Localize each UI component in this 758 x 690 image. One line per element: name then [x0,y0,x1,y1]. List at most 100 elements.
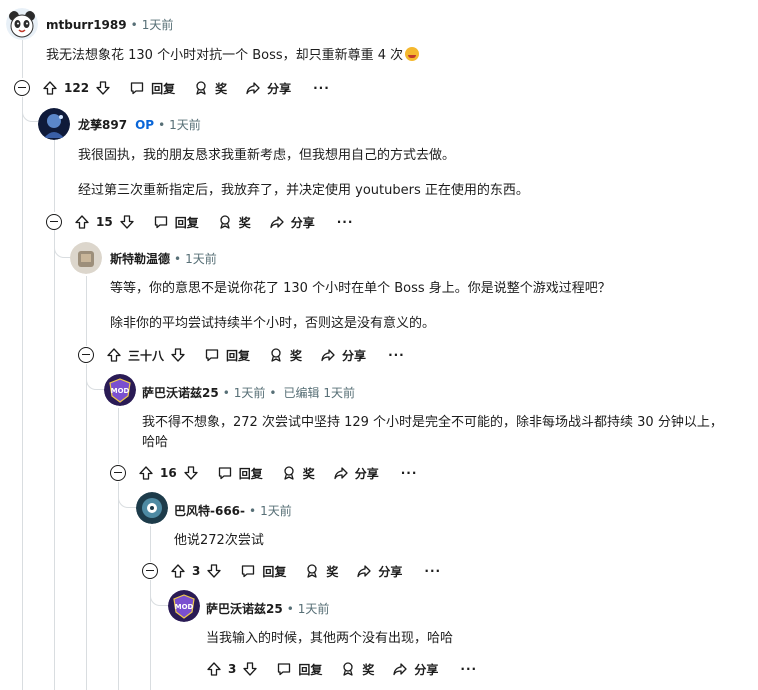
share-label: 分享 [414,662,439,677]
comment-bubble-icon [278,663,291,676]
collapse-thread-button[interactable] [14,80,30,96]
award-label: 奖 [302,466,315,481]
reply-button[interactable]: 回复 [153,214,199,231]
comment-bubble-icon [154,216,167,229]
award-icon [307,564,318,578]
timestamp[interactable]: 1天前 [298,600,330,617]
upvote-icon[interactable] [138,465,154,481]
vote-control: 122 [42,80,111,96]
comment-action-bar: 16 回复 奖 分享 ··· [110,461,417,485]
award-button[interactable]: 奖 [217,214,251,231]
share-arrow-icon [393,663,408,676]
share-arrow-icon [357,565,372,578]
reply-label: 回复 [262,564,287,579]
downvote-icon[interactable] [206,563,222,579]
downvote-icon[interactable] [242,661,258,677]
downvote-icon[interactable] [119,214,135,230]
upvote-icon[interactable] [42,80,58,96]
author-name[interactable]: 萨巴沃诺兹25 [206,600,283,617]
vote-score: 15 [96,215,113,229]
reply-label: 回复 [238,466,263,481]
award-button[interactable]: 奖 [304,563,338,580]
share-label: 分享 [267,81,292,96]
share-button[interactable]: 分享 [269,214,315,231]
award-icon [220,215,230,229]
vote-score: 3 [228,662,237,676]
upvote-icon[interactable] [206,661,222,677]
award-label: 奖 [290,348,303,363]
comment-action-bar: 15 回复 奖 分享 ··· [46,210,353,234]
comment-action-bar: 122 回复 奖 分享 ··· [14,76,330,100]
share-label: 分享 [290,215,315,230]
reply-button[interactable]: 回复 [240,563,286,580]
vote-score: 三十八 [128,348,165,363]
award-button[interactable]: 奖 [193,80,227,97]
upvote-icon[interactable] [74,214,90,230]
comment-action-bar: 3 回复 奖 分享 ··· [206,657,477,681]
share-button[interactable]: 分享 [333,465,379,482]
award-label: 奖 [362,662,375,677]
reply-label: 回复 [174,215,199,230]
more-options-button[interactable]: ··· [460,662,477,676]
award-button[interactable]: 奖 [340,661,374,678]
vote-control: 三十八 [106,347,186,364]
upvote-icon[interactable] [106,347,122,363]
reply-button[interactable]: 回复 [204,347,250,364]
collapse-thread-button[interactable] [46,214,62,230]
share-button[interactable]: 分享 [356,563,402,580]
reply-button[interactable]: 回复 [276,661,322,678]
award-button[interactable]: 奖 [281,465,315,482]
comment-body: 当我输入的时候，其他两个没有出现，哈哈 [206,629,453,649]
comment-bubble-icon [205,349,219,362]
comment-bubble-icon [130,82,144,95]
more-options-button[interactable]: ··· [424,564,441,578]
award-label: 奖 [238,215,251,230]
comment-action-bar: 三十八 回复 奖 分享 ··· [78,343,405,367]
award-label: 奖 [215,81,228,96]
reply-label: 回复 [226,348,251,363]
award-icon [271,348,281,362]
share-arrow-icon [334,467,348,480]
share-button[interactable]: 分享 [245,80,291,97]
avatar[interactable]: MOD [168,590,200,622]
more-options-button[interactable]: ··· [388,348,405,362]
award-button[interactable]: 奖 [268,347,302,364]
award-label: 奖 [326,564,339,579]
share-label: 分享 [342,348,367,363]
downvote-icon[interactable] [183,465,199,481]
award-icon [284,466,294,480]
separator-dot: • [286,601,294,616]
share-label: 分享 [378,564,403,579]
award-icon [196,81,206,95]
vote-control: 16 [138,465,199,481]
more-options-button[interactable]: ··· [401,466,418,480]
downvote-icon[interactable] [95,80,111,96]
collapse-thread-button[interactable] [110,465,126,481]
collapse-thread-button[interactable] [142,563,158,579]
share-button[interactable]: 分享 [392,661,438,678]
award-icon [343,662,354,676]
reply-label: 回复 [151,81,176,96]
share-arrow-icon [321,349,335,362]
comment-action-bar: 3 回复 奖 分享 ··· [142,559,441,583]
vote-score: 3 [192,564,201,578]
comment-paragraph: 当我输入的时候，其他两个没有出现，哈哈 [206,631,454,646]
more-options-button[interactable]: ··· [313,81,330,95]
comment-meta: 萨巴沃诺兹25 • 1天前 [206,600,329,617]
share-arrow-icon [246,82,260,95]
svg-text:MOD: MOD [175,603,194,611]
more-options-button[interactable]: ··· [337,215,354,229]
vote-control: 15 [74,214,135,230]
reply-button[interactable]: 回复 [217,465,263,482]
vote-control: 3 [170,563,222,579]
share-button[interactable]: 分享 [320,347,366,364]
collapse-thread-button[interactable] [78,347,94,363]
comment-bubble-icon [218,467,231,480]
vote-control: 3 [206,661,258,677]
shield-avatar-icon: MOD [168,590,200,622]
share-arrow-icon [270,216,284,229]
comment-bubble-icon [242,565,255,578]
upvote-icon[interactable] [170,563,186,579]
downvote-icon[interactable] [170,347,186,363]
reply-button[interactable]: 回复 [129,80,175,97]
